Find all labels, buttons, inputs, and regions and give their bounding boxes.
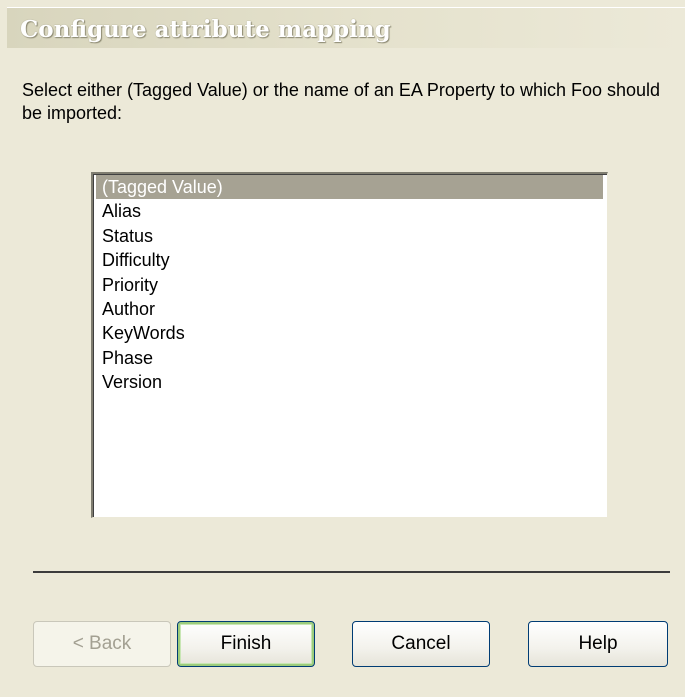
dialog-header: Configure attribute mapping xyxy=(7,7,685,48)
list-item-author[interactable]: Author xyxy=(96,297,603,321)
dialog-title: Configure attribute mapping xyxy=(20,16,391,43)
instruction-text: Select either (Tagged Value) or the name… xyxy=(22,80,661,123)
list-item-phase[interactable]: Phase xyxy=(96,346,603,370)
list-item-priority[interactable]: Priority xyxy=(96,273,603,297)
list-item-version[interactable]: Version xyxy=(96,370,603,394)
list-item-difficulty[interactable]: Difficulty xyxy=(96,248,603,272)
cancel-button[interactable]: Cancel xyxy=(352,621,490,667)
list-item-keywords[interactable]: KeyWords xyxy=(96,321,603,345)
list-item-alias[interactable]: Alias xyxy=(96,199,603,223)
list-item-tagged-value[interactable]: (Tagged Value) xyxy=(96,175,603,200)
property-listbox[interactable]: (Tagged Value) Alias Status Difficulty P… xyxy=(91,172,608,518)
help-button[interactable]: Help xyxy=(528,621,668,667)
finish-button[interactable]: Finish xyxy=(177,621,315,667)
list-item-status[interactable]: Status xyxy=(96,224,603,248)
window-left-edge xyxy=(0,0,7,697)
button-separator xyxy=(33,571,670,573)
back-button[interactable]: < Back xyxy=(33,621,171,667)
